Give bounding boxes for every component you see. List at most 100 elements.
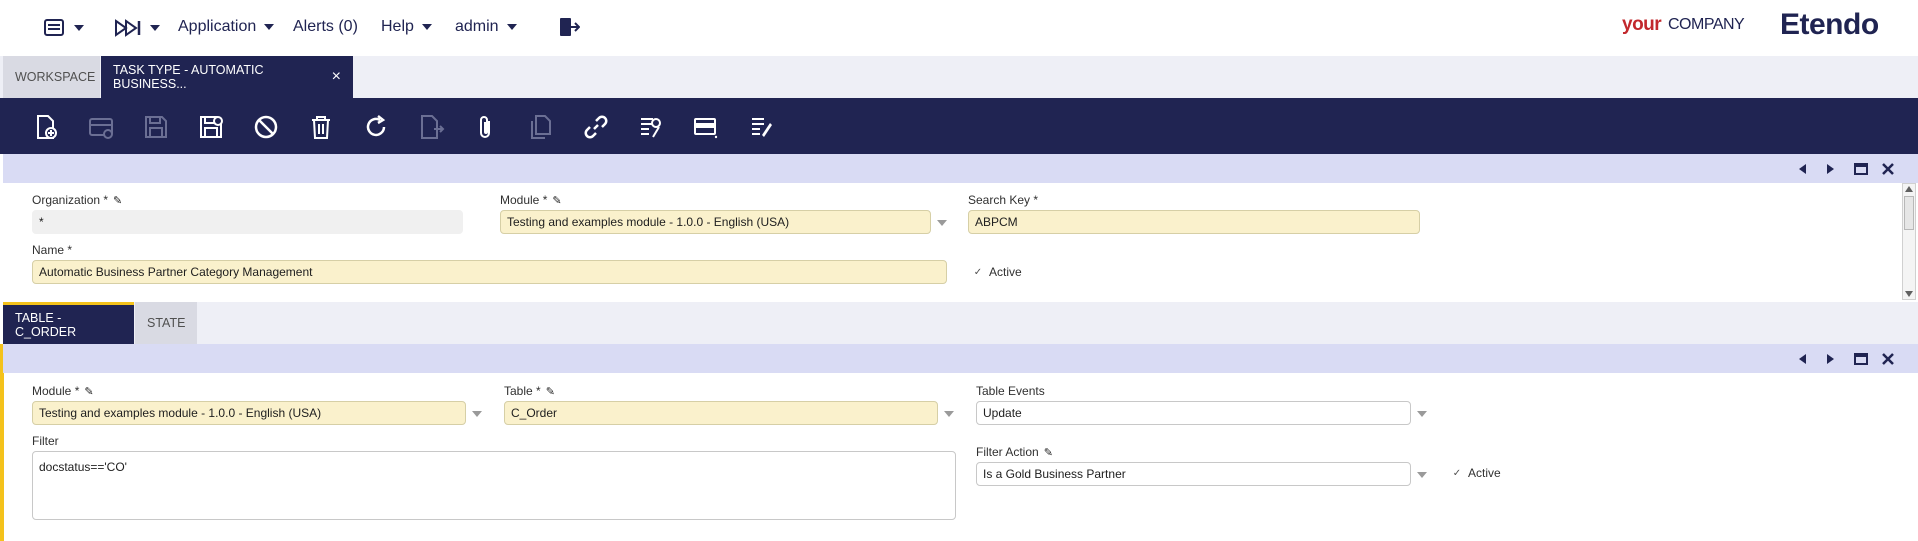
organization-value: * <box>39 215 44 229</box>
audit-trail-button[interactable] <box>637 113 665 141</box>
chevron-down-icon[interactable] <box>472 411 482 417</box>
pencil-icon[interactable]: ✎ <box>1044 446 1053 459</box>
cancel-button[interactable] <box>252 113 280 141</box>
name-label-text: Name * <box>32 243 73 257</box>
tab-task-type-label: TASK TYPE - AUTOMATIC BUSINESS... <box>113 63 264 91</box>
child-record-header-bar <box>3 344 1918 373</box>
tab-workspace[interactable]: WORKSPACE <box>3 56 100 98</box>
menu-button[interactable] <box>44 18 84 38</box>
child-module-select[interactable]: Testing and examples module - 1.0.0 - En… <box>32 401 466 425</box>
delete-button[interactable] <box>307 113 335 141</box>
pencil-icon[interactable]: ✎ <box>546 385 555 398</box>
user-menu-label: admin <box>455 18 499 35</box>
grid-view-button[interactable] <box>692 113 720 141</box>
tab-task-type[interactable]: TASK TYPE - AUTOMATIC BUSINESS... × <box>101 56 353 98</box>
attachment-button[interactable] <box>472 113 500 141</box>
child-active-label: Active <box>1468 466 1501 480</box>
module-label: Module * ✎ <box>500 193 562 207</box>
new-record-button[interactable] <box>32 113 60 141</box>
paperclip-icon <box>480 116 490 138</box>
user-menu[interactable]: admin <box>455 18 517 36</box>
notes-button[interactable] <box>747 113 775 141</box>
scroll-down-icon[interactable] <box>1905 291 1913 297</box>
pencil-icon[interactable]: ✎ <box>552 194 561 207</box>
link-icon <box>584 115 608 139</box>
next-record-icon[interactable] <box>1822 161 1838 177</box>
copy-record-button[interactable] <box>527 113 555 141</box>
filter-action-label-text: Filter Action <box>976 445 1039 459</box>
pencil-icon[interactable]: ✎ <box>84 385 93 398</box>
close-icon[interactable]: × <box>332 68 341 86</box>
search-key-label: Search Key * <box>968 193 1038 207</box>
active-label: Active <box>989 265 1022 279</box>
logout-icon <box>560 18 580 36</box>
tab-table-c-order-label: TABLE - C_ORDER <box>15 310 77 339</box>
scroll-up-icon[interactable] <box>1905 186 1913 192</box>
close-icon[interactable] <box>1880 351 1896 367</box>
close-icon[interactable] <box>1880 161 1896 177</box>
table-label-text: Table * <box>504 384 541 398</box>
link-button[interactable] <box>582 113 610 141</box>
logout-button[interactable] <box>558 16 580 38</box>
maximize-icon[interactable] <box>1853 351 1869 367</box>
window-tab-strip: WORKSPACE TASK TYPE - AUTOMATIC BUSINESS… <box>0 56 1918 98</box>
chevron-down-icon[interactable] <box>1417 472 1427 478</box>
help-menu[interactable]: Help <box>381 18 432 36</box>
notes-icon <box>752 118 772 137</box>
save-button[interactable] <box>142 113 170 141</box>
tab-workspace-label: WORKSPACE <box>15 70 96 84</box>
scroll-thumb[interactable] <box>1904 196 1914 230</box>
table-select[interactable]: C_Order <box>504 401 938 425</box>
table-events-select[interactable]: Update <box>976 401 1411 425</box>
table-value: C_Order <box>511 406 558 420</box>
tab-state[interactable]: STATE <box>135 302 197 344</box>
table-events-label-text: Table Events <box>976 384 1045 398</box>
application-menu[interactable]: Application <box>178 18 275 36</box>
maximize-icon[interactable] <box>1853 161 1869 177</box>
chevron-down-icon[interactable] <box>1417 411 1427 417</box>
new-row-button[interactable] <box>87 113 115 141</box>
table-events-label: Table Events <box>976 384 1045 398</box>
chevron-down-icon <box>506 24 517 30</box>
active-checkbox[interactable]: ✓ Active <box>973 265 1022 279</box>
save-close-button[interactable] <box>197 113 225 141</box>
form-scrollbar[interactable] <box>1902 183 1916 300</box>
child-tab-strip: TABLE - C_ORDER STATE <box>3 302 1918 344</box>
top-bar: Application Alerts (0) Help admin your C… <box>0 0 1918 56</box>
filter-textarea[interactable]: docstatus=='CO' <box>32 451 956 520</box>
quick-launch-button[interactable] <box>114 18 160 38</box>
task-type-form: Organization * ✎ * Module * ✎ Testing an… <box>3 183 1903 302</box>
module-value: Testing and examples module - 1.0.0 - En… <box>507 215 790 229</box>
save-close-icon <box>200 116 223 138</box>
filter-action-select[interactable]: Is a Gold Business Partner <box>976 462 1411 486</box>
record-header-bar <box>3 154 1918 183</box>
trash-icon <box>312 116 330 139</box>
save-icon <box>145 116 167 138</box>
search-key-field[interactable]: ABPCM <box>968 210 1420 234</box>
alerts-link[interactable]: Alerts (0) <box>293 18 358 36</box>
company-logo-company: COMPANY <box>1668 16 1745 33</box>
alerts-label: Alerts (0) <box>293 18 358 35</box>
chevron-down-icon <box>264 24 275 30</box>
module-label-text: Module * <box>500 193 548 207</box>
refresh-button[interactable] <box>362 113 390 141</box>
pencil-icon[interactable]: ✎ <box>113 194 122 207</box>
chevron-down-icon <box>421 24 432 30</box>
tab-table-c-order[interactable]: TABLE - C_ORDER <box>3 302 134 344</box>
previous-record-icon[interactable] <box>1795 351 1811 367</box>
previous-record-icon[interactable] <box>1795 161 1811 177</box>
filter-value: docstatus=='CO' <box>39 460 127 474</box>
child-active-checkbox[interactable]: ✓ Active <box>1452 466 1501 480</box>
chevron-down-icon[interactable] <box>937 220 947 226</box>
refresh-icon <box>366 115 386 137</box>
chevron-down-icon[interactable] <box>944 411 954 417</box>
organization-field[interactable]: * <box>32 210 463 234</box>
next-record-icon[interactable] <box>1822 351 1838 367</box>
export-button[interactable] <box>417 113 445 141</box>
module-select[interactable]: Testing and examples module - 1.0.0 - En… <box>500 210 931 234</box>
etendo-logo: Etendo <box>1780 8 1879 41</box>
name-value: Automatic Business Partner Category Mana… <box>39 265 313 279</box>
cancel-icon <box>254 115 278 139</box>
child-module-label-text: Module * <box>32 384 80 398</box>
name-field[interactable]: Automatic Business Partner Category Mana… <box>32 260 947 284</box>
